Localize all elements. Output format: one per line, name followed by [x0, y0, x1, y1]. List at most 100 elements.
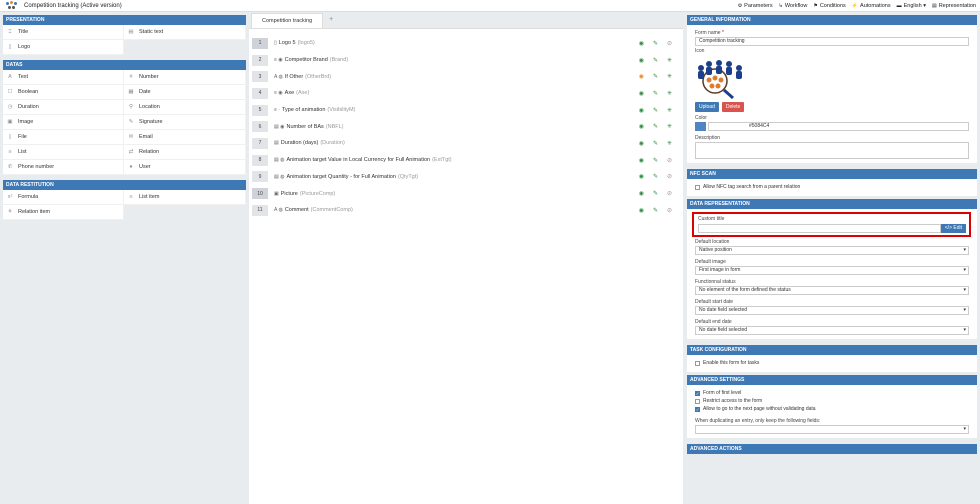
- edit-pencil-icon[interactable]: ✎: [653, 190, 658, 197]
- disabled-asterisk-icon[interactable]: ⊘: [667, 40, 672, 47]
- palette-item[interactable]: ◷ Duration: [3, 100, 124, 115]
- color-swatch[interactable]: [695, 122, 706, 131]
- palette-spacer: [124, 205, 246, 220]
- topnav-label: Workflow: [784, 3, 808, 9]
- palette-item[interactable]: ▤ Static text: [124, 25, 246, 40]
- field-row[interactable]: 4 ≡ ◉ Axe (Axe) ◉ ✎ ✳: [252, 85, 680, 102]
- default-start-date-select[interactable]: No date field selected: [695, 306, 969, 315]
- duplicate-fields-select[interactable]: [695, 425, 969, 434]
- visibility-eye-icon[interactable]: ◉: [639, 73, 644, 80]
- disabled-asterisk-icon[interactable]: ⊘: [667, 173, 672, 180]
- visibility-eye-icon[interactable]: ◉: [639, 207, 644, 214]
- field-row[interactable]: 10 ▣ Picture (PictureComp) ◉ ✎ ⊘: [252, 185, 680, 202]
- palette-item[interactable]: ▯ File: [3, 130, 124, 145]
- field-row[interactable]: 7 ▤ Duration (days) (Duration) ◉ ✎ ✳: [252, 135, 680, 152]
- palette-item[interactable]: ▦ Date: [124, 85, 246, 100]
- field-row[interactable]: 3 A ◍ If Other (OtherBrd) ◉ ✎ ✳: [252, 68, 680, 85]
- edit-pencil-icon[interactable]: ✎: [653, 123, 658, 130]
- default-image-select[interactable]: First image in form: [695, 266, 969, 275]
- visibility-eye-icon[interactable]: ◉: [639, 173, 644, 180]
- palette-item[interactable]: ⇄ Relation: [124, 145, 246, 160]
- visibility-eye-icon[interactable]: ◉: [639, 90, 644, 97]
- edit-pencil-icon[interactable]: ✎: [653, 57, 658, 64]
- upload-button[interactable]: Upload: [695, 102, 719, 112]
- topnav-item[interactable]: ▬ English ▾: [897, 3, 926, 9]
- description-textarea[interactable]: [695, 142, 969, 159]
- task-checkbox[interactable]: [695, 360, 700, 366]
- tab-competition-tracking[interactable]: Competition tracking: [251, 13, 324, 28]
- palette-item[interactable]: ✎ Signature: [124, 115, 246, 130]
- field-row[interactable]: 6 ▤ ◉ Number of BAs (NBFL) ◉ ✎ ✳: [252, 118, 680, 135]
- palette-item[interactable]: ⚘ Relation item: [3, 205, 124, 220]
- field-row[interactable]: 9 ▤ ◍ Animation target Quantity - for Full…: [252, 169, 680, 186]
- disabled-asterisk-icon[interactable]: ⊘: [667, 190, 672, 197]
- palette-item[interactable]: ⌶ Title: [3, 25, 124, 40]
- field-row[interactable]: 2 ≡ ◉ Competitor Brand (Brand) ◉ ✎ ✳: [252, 52, 680, 69]
- palette-item[interactable]: # Number: [124, 70, 246, 85]
- asterisk-icon[interactable]: ✳: [667, 57, 672, 64]
- custom-title-input[interactable]: [698, 224, 941, 233]
- visibility-eye-icon[interactable]: ◉: [639, 40, 644, 47]
- image-icon: ▣: [274, 190, 279, 197]
- asterisk-icon[interactable]: ✳: [667, 123, 672, 130]
- edit-pencil-icon[interactable]: ✎: [653, 140, 658, 147]
- nfc-checkbox-row[interactable]: Allow NFC tag search from a parent relat…: [695, 184, 969, 190]
- visibility-eye-icon[interactable]: ◉: [639, 57, 644, 64]
- functional-status-select[interactable]: No element of the form defined the statu…: [695, 286, 969, 295]
- asterisk-icon[interactable]: ✳: [667, 73, 672, 80]
- visibility-eye-icon[interactable]: ◉: [639, 157, 644, 164]
- edit-pencil-icon[interactable]: ✎: [653, 173, 658, 180]
- topnav-item[interactable]: ⚑ Conditions: [813, 3, 845, 9]
- first-level-row[interactable]: ✓ Form of first level: [695, 390, 969, 396]
- topnav-item[interactable]: ↳ Workflow: [779, 3, 808, 9]
- visibility-eye-icon[interactable]: ◉: [639, 140, 644, 147]
- form-name-input[interactable]: Competition tracking: [695, 37, 969, 46]
- task-checkbox-row[interactable]: Enable this form for tasks: [695, 360, 969, 366]
- palette-item[interactable]: ⚲ Location: [124, 100, 246, 115]
- palette-item[interactable]: ✉ Email: [124, 130, 246, 145]
- palette-item[interactable]: ● User: [124, 160, 246, 175]
- add-tab-button[interactable]: +: [329, 13, 333, 28]
- visibility-eye-icon[interactable]: ◉: [639, 107, 644, 114]
- field-row[interactable]: 8 ▤ ◍ Animation target Value in Local Curr…: [252, 152, 680, 169]
- palette-item[interactable]: ▯ Logo: [3, 40, 124, 55]
- asterisk-icon[interactable]: ✳: [667, 90, 672, 97]
- color-input[interactable]: #5084C4: [708, 122, 969, 131]
- edit-pencil-icon[interactable]: ✎: [653, 157, 658, 164]
- visibility-eye-icon[interactable]: ◉: [639, 123, 644, 130]
- next-page-row[interactable]: ✓ Allow to go to the next page without v…: [695, 406, 969, 412]
- edit-pencil-icon[interactable]: ✎: [653, 90, 658, 97]
- palette-item[interactable]: A Text: [3, 70, 124, 85]
- default-location-select[interactable]: Native position: [695, 246, 969, 255]
- edit-pencil-icon[interactable]: ✎: [653, 207, 658, 214]
- palette-item[interactable]: ≡ List item: [124, 190, 246, 205]
- nfc-checkbox[interactable]: [695, 184, 700, 190]
- visibility-eye-icon[interactable]: ◉: [639, 190, 644, 197]
- disabled-asterisk-icon[interactable]: ⊘: [667, 207, 672, 214]
- delete-button[interactable]: Delete: [721, 102, 745, 112]
- first-level-checkbox[interactable]: ✓: [695, 390, 700, 396]
- disabled-asterisk-icon[interactable]: ⊘: [667, 157, 672, 164]
- next-page-checkbox[interactable]: ✓: [695, 406, 700, 412]
- palette-item[interactable]: ☐ Boolean: [3, 85, 124, 100]
- palette-item[interactable]: ≡ List: [3, 145, 124, 160]
- restrict-access-row[interactable]: Restrict access to the form: [695, 398, 969, 404]
- topnav-item[interactable]: ▤ Representation: [932, 3, 976, 9]
- field-row[interactable]: 1 ▯ Logo 5 (logo5) ◉ ✎ ⊘: [252, 35, 680, 52]
- edit-pencil-icon[interactable]: ✎: [653, 107, 658, 114]
- palette-item[interactable]: ▣ Image: [3, 115, 124, 130]
- asterisk-icon[interactable]: ✳: [667, 107, 672, 114]
- topnav-item[interactable]: ⚡ Automations: [852, 3, 891, 9]
- edit-pencil-icon[interactable]: ✎: [653, 73, 658, 80]
- location-icon: ⚲: [128, 104, 134, 110]
- topnav-item[interactable]: ⚙ Parameters: [738, 3, 773, 9]
- palette-item[interactable]: ✆ Phone number: [3, 160, 124, 175]
- edit-button[interactable]: </> Edit: [940, 224, 966, 233]
- edit-pencil-icon[interactable]: ✎: [653, 40, 658, 47]
- field-row[interactable]: 11 A ◍ Comment (CommentComp) ◉ ✎ ⊘: [252, 202, 680, 219]
- field-row[interactable]: 5 ≡ · Type of animation (VisibilityM) ◉ ✎ ✳: [252, 102, 680, 119]
- palette-item[interactable]: x² Formula: [3, 190, 124, 205]
- default-end-date-select[interactable]: No date field selected: [695, 326, 969, 335]
- asterisk-icon[interactable]: ✳: [667, 140, 672, 147]
- restrict-access-checkbox[interactable]: [695, 398, 700, 404]
